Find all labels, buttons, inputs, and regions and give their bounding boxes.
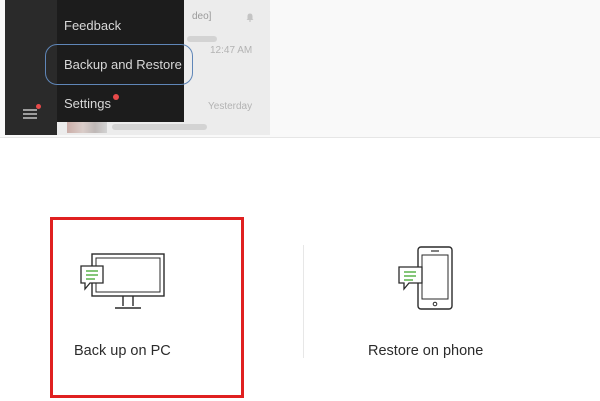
menu-item-backup-and-restore[interactable]: Backup and Restore <box>64 57 182 72</box>
phone-with-chat-icon <box>398 246 453 310</box>
notification-dot <box>36 104 41 109</box>
chat-snippet-blur <box>112 124 207 130</box>
restore-on-phone-option[interactable]: Restore on phone <box>360 245 520 365</box>
muted-bell-icon <box>246 13 254 22</box>
chat-time: 12:47 AM <box>210 45 253 56</box>
restore-on-phone-label: Restore on phone <box>368 343 484 359</box>
chat-snippet: deo] <box>192 11 212 22</box>
divider <box>303 245 304 358</box>
menu-item-settings[interactable]: Settings <box>64 96 111 111</box>
monitor-with-chat-icon <box>80 253 165 309</box>
backup-on-pc-label: Back up on PC <box>74 343 171 359</box>
app-window-crop: deo] 12:47 AM Yesterday Feedback Backup … <box>0 0 600 138</box>
notification-dot <box>113 94 119 100</box>
menu-icon[interactable] <box>23 108 39 120</box>
backup-on-pc-option[interactable]: Back up on PC <box>60 245 236 365</box>
menu-item-feedback[interactable]: Feedback <box>64 18 121 33</box>
chat-snippet-blur <box>187 36 217 42</box>
chat-avatar <box>67 121 107 133</box>
chat-time: Yesterday <box>208 101 253 112</box>
